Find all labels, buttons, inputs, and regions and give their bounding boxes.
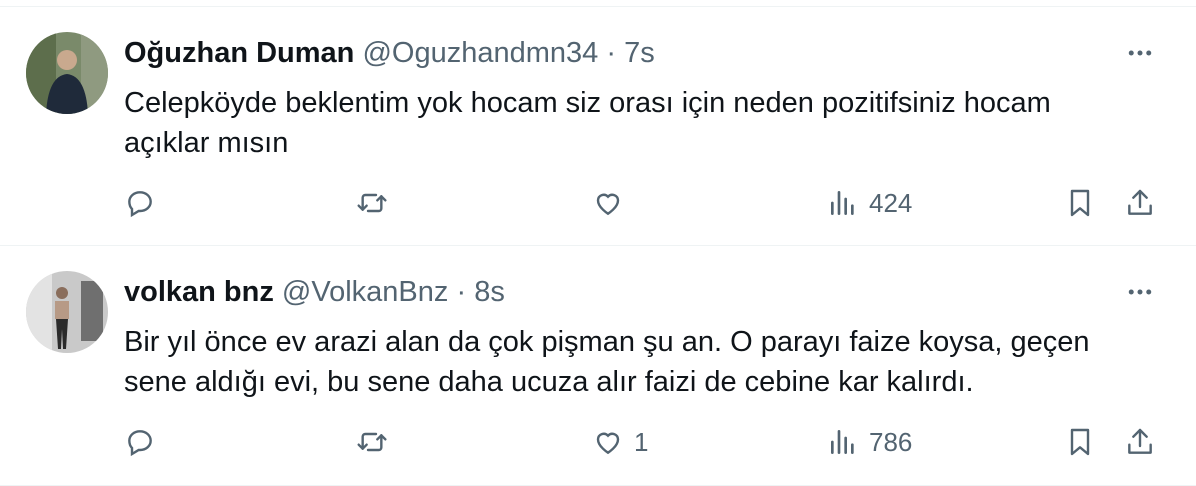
reply-icon (128, 191, 152, 218)
like-button[interactable] (592, 183, 634, 223)
share-icon (1128, 428, 1152, 454)
avatar[interactable] (26, 32, 108, 114)
author-handle[interactable]: @VolkanBnz (282, 276, 448, 308)
bookmark-button[interactable] (1064, 183, 1096, 223)
like-button[interactable]: 1 (592, 422, 648, 462)
share-button[interactable] (1124, 422, 1156, 462)
tweet-text: Celepköyde beklentim yok hocam siz orası… (124, 87, 1051, 159)
like-count: 1 (634, 426, 649, 457)
more-options-button[interactable] (1124, 37, 1156, 69)
top-divider (0, 0, 1196, 7)
retweet-icon (357, 193, 387, 213)
tweet-header: volkan bnz @VolkanBnz · 8s (124, 275, 505, 309)
author-name[interactable]: Oğuzhan Duman (124, 37, 354, 69)
views-icon (831, 191, 854, 215)
more-icon (1128, 289, 1152, 295)
retweet-button[interactable] (356, 183, 388, 223)
avatar[interactable] (26, 271, 108, 353)
tweet-text: Bir yıl önce ev arazi alan da çok pişman… (124, 326, 1090, 398)
views-button[interactable]: 424 (827, 183, 912, 223)
separator-dot: · (456, 276, 467, 308)
retweet-button[interactable] (356, 422, 388, 462)
more-options-button[interactable] (1124, 276, 1156, 308)
views-button[interactable]: 786 (827, 422, 912, 462)
author-name[interactable]: volkan bnz (124, 276, 274, 308)
more-icon (1128, 50, 1152, 56)
timestamp[interactable]: 7s (624, 37, 655, 69)
bookmark-button[interactable] (1064, 422, 1096, 462)
heart-icon (596, 432, 620, 455)
tweet[interactable]: Oğuzhan Duman @Oguzhandmn34 · 7s Celepkö… (0, 7, 1196, 246)
action-bar: 424 (124, 183, 1164, 223)
separator-dot: · (606, 37, 616, 69)
reply-button[interactable] (124, 422, 156, 462)
share-icon (1128, 189, 1152, 215)
views-icon (831, 430, 854, 454)
action-bar: 1 786 (124, 422, 1164, 462)
view-count: 424 (869, 187, 913, 218)
tweet-feed: Oğuzhan Duman @Oguzhandmn34 · 7s Celepkö… (0, 0, 1196, 486)
author-handle[interactable]: @Oguzhandmn34 (362, 37, 598, 69)
bookmark-icon (1070, 189, 1090, 217)
timestamp[interactable]: 8s (474, 276, 505, 308)
reply-icon (128, 430, 152, 457)
tweet-header: Oğuzhan Duman @Oguzhandmn34 · 7s (124, 36, 655, 70)
bookmark-icon (1070, 428, 1090, 456)
reply-button[interactable] (124, 183, 156, 223)
tweet[interactable]: volkan bnz @VolkanBnz · 8s Bir yıl önce … (0, 246, 1196, 486)
view-count: 786 (869, 426, 913, 457)
heart-icon (596, 193, 620, 216)
share-button[interactable] (1124, 183, 1156, 223)
retweet-icon (357, 432, 387, 452)
